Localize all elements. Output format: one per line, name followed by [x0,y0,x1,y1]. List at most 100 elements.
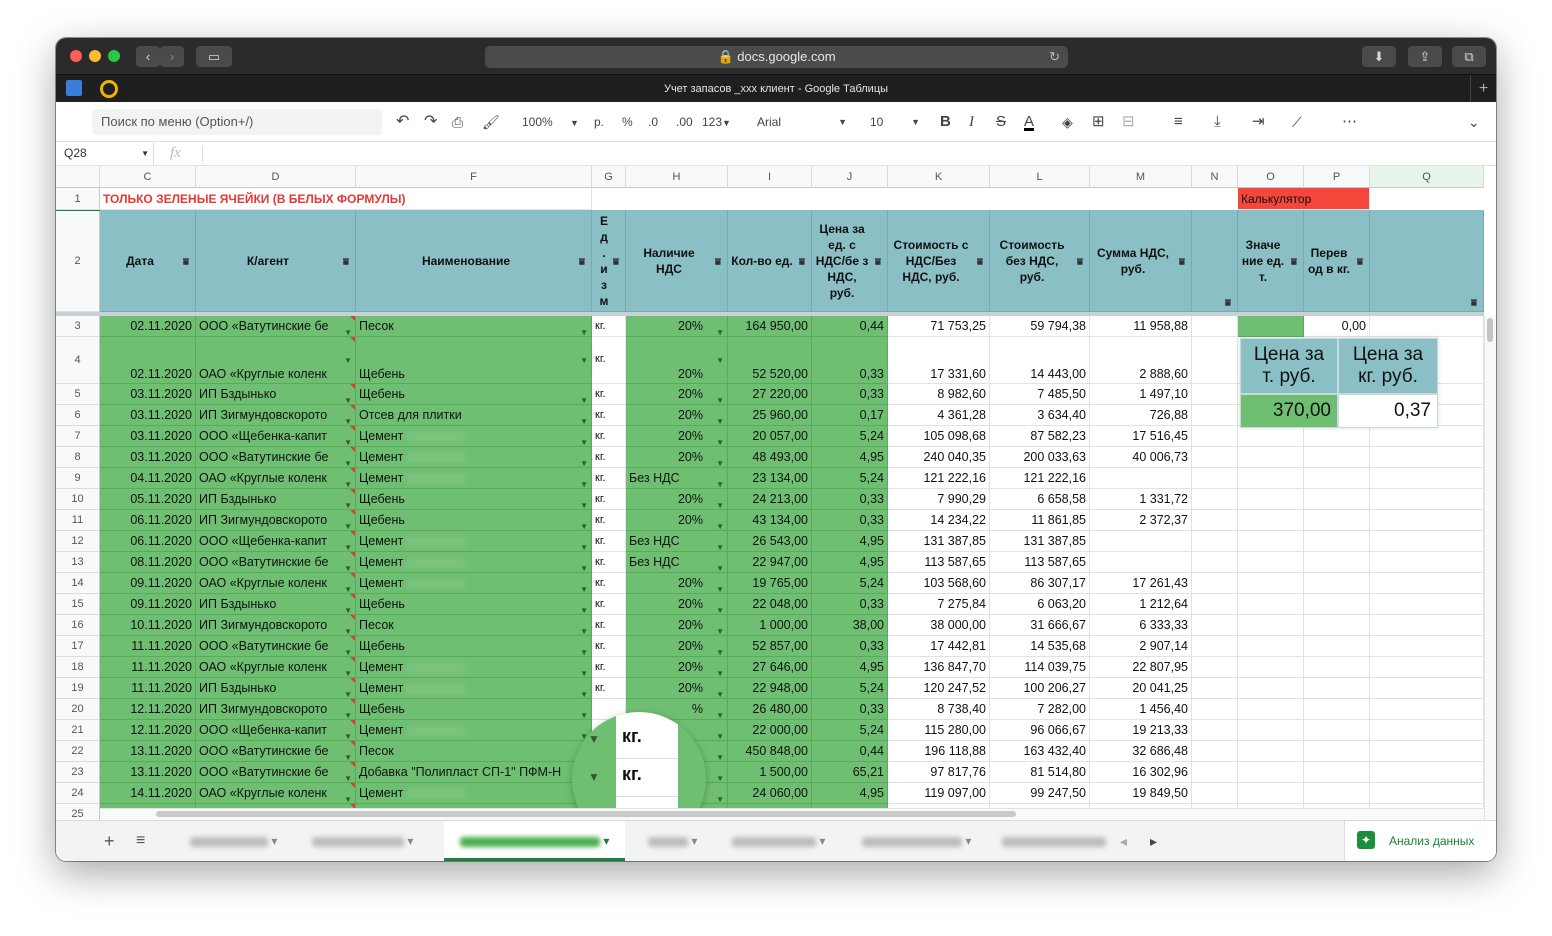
cell-empty[interactable] [1192,316,1238,337]
cell-date[interactable]: 11.11.2020 [100,657,196,678]
increase-decimals-button[interactable]: .00 [676,113,693,131]
column-header-g[interactable]: G [592,166,626,188]
filter-icon[interactable]: ⩸ [1291,255,1297,271]
cell-novat[interactable]: 100 206,27 [990,678,1090,699]
chevron-down-icon[interactable]: ▼ [716,516,724,531]
back-button[interactable]: ‹ [136,46,160,67]
cell-qty[interactable]: 26 480,00 [728,699,812,720]
cell-empty[interactable] [1192,531,1238,552]
chevron-down-icon[interactable]: ▼ [716,600,724,615]
chevron-down-icon[interactable]: ▼ [344,495,352,510]
cell-empty[interactable] [1370,741,1484,762]
sheet-tab-1[interactable]: ▾ [174,821,293,861]
cell-vatsum[interactable]: 16 302,96 [1090,762,1192,783]
filter-icon[interactable]: ⩸ [1077,255,1083,271]
cell-empty[interactable] [1304,762,1370,783]
cell-qty[interactable]: 52 520,00 [728,337,812,384]
sidebar-toggle-icon[interactable]: ▭ [196,46,232,67]
column-header-p[interactable]: P [1304,166,1370,188]
scroll-tabs-left-icon[interactable]: ◂ [1120,821,1127,861]
column-header-k[interactable]: K [888,166,990,188]
cell-agent[interactable]: ООО «Щебенка-капит ▼ [196,426,356,447]
cell-empty[interactable] [1304,510,1370,531]
cell-unit[interactable]: кг. [592,489,626,510]
cell-empty[interactable] [1304,720,1370,741]
cell-vatsum[interactable]: 17 261,43 [1090,573,1192,594]
cell-empty[interactable] [1304,615,1370,636]
header-cell-calc-convert[interactable]: Перев од в кг. ⩸ [1304,210,1370,312]
cell-empty[interactable] [1192,762,1238,783]
cell-empty[interactable] [1238,657,1304,678]
cell-empty[interactable] [1192,384,1238,405]
cell-empty[interactable] [1238,615,1304,636]
cell-agent[interactable]: ОАО «Круглые коленк ▼ [196,657,356,678]
redo-icon[interactable]: ↷ [424,113,437,131]
cell-vat[interactable]: 20% ▼ [626,636,728,657]
cell-date[interactable]: 03.11.2020 [100,384,196,405]
cell-empty[interactable] [1238,489,1304,510]
cell-price[interactable]: 4,95 [812,783,888,804]
cell-empty[interactable] [1370,594,1484,615]
cell-empty[interactable] [1370,636,1484,657]
cell-qty[interactable]: 22 048,00 [728,594,812,615]
cell-unit[interactable]: кг. [592,405,626,426]
cell-vat[interactable]: 20% ▼ [626,510,728,531]
scroll-tabs-right-icon[interactable]: ▸ [1150,821,1157,861]
cell-date[interactable]: 12.11.2020 [100,699,196,720]
chevron-down-icon[interactable]: ▼ [344,537,352,552]
cell-empty[interactable] [1192,337,1238,384]
column-header-c[interactable]: C [100,166,196,188]
merge-cells-icon[interactable]: ⊟ [1122,113,1135,131]
cell-name[interactable]: Цемент▼ [356,720,592,741]
valign-bottom-icon[interactable]: ⤓ [1214,113,1221,131]
cell-novat[interactable]: 131 387,85 [990,531,1090,552]
row-header-2[interactable]: 2 [56,210,100,312]
chevron-down-icon[interactable]: ▼ [580,390,588,405]
cell-cost[interactable]: 17 442,81 [888,636,990,657]
cell-empty[interactable] [1304,741,1370,762]
text-color-button[interactable]: A [1024,113,1035,131]
cell-empty[interactable] [1238,741,1304,762]
table-row[interactable]: 11.11.2020 ИП Бздынько ▼ Цемент ▼ кг. 20% ▼ 22 9… [56,678,1484,699]
cell-cost[interactable]: 38 000,00 [888,615,990,636]
cell-qty[interactable]: 20 057,00 [728,426,812,447]
chevron-down-icon[interactable]: ▼ [580,322,588,337]
cell-price[interactable]: 0,33 [812,384,888,405]
table-row[interactable]: 12.11.2020 ИП Зигмундовскорото ▼ Щебень ▼% ▼ 2… [56,699,1484,720]
cell-unit[interactable]: кг. [592,468,626,489]
cell-price[interactable]: 5,24 [812,720,888,741]
cell-qty[interactable]: 22 948,00 [728,678,812,699]
cell-date[interactable]: 10.11.2020 [100,615,196,636]
cell-vat[interactable]: 20% ▼ [626,594,728,615]
cell-vatsum[interactable]: 2 372,37 [1090,510,1192,531]
cell-agent[interactable]: ООО «Щебенка-капит ▼ [196,531,356,552]
cell-price[interactable]: 5,24 [812,573,888,594]
cell-novat[interactable]: 113 587,65 [990,552,1090,573]
cell-unit[interactable]: кг. [592,531,626,552]
cell-cost[interactable]: 119 097,00 [888,783,990,804]
cell-date[interactable]: 09.11.2020 [100,573,196,594]
cell-cost[interactable]: 71 753,25 [888,316,990,337]
header-cell-qty[interactable]: Кол-во ед. ⩸ [728,210,812,312]
cell-name[interactable]: Щебень ▼ [356,636,592,657]
cell-vatsum[interactable]: 19 213,33 [1090,720,1192,741]
borders-icon[interactable]: ⊞ [1092,113,1105,131]
explore-button[interactable]: ✦ Анализ данных [1344,821,1496,861]
cell-date[interactable]: 11.11.2020 [100,678,196,699]
filter-icon[interactable]: ⩸ [343,255,349,271]
table-row[interactable]: 13.11.2020 ООО «Ватутинские бе ▼ Песок▼ ▼ 450… [56,741,1484,762]
font-select[interactable]: Arial ▼ [757,113,847,131]
chevron-down-icon[interactable]: ▼ [716,390,724,405]
cell-qty[interactable]: 24 213,00 [728,489,812,510]
chevron-down-icon[interactable]: ▼ [344,558,352,573]
cell-agent[interactable]: ИП Зигмундовскорото ▼ [196,510,356,531]
cell-agent[interactable]: ООО «Щебенка-капит ▼ [196,720,356,741]
chevron-down-icon[interactable]: ▼ [580,495,588,510]
tab-title[interactable]: Учет запасов _xxx клиент - Google Таблиц… [56,75,1496,103]
cell-name[interactable]: Щебень ▼ [356,594,592,615]
cell-novat[interactable]: 14 535,68 [990,636,1090,657]
cell-name[interactable]: Щебень ▼ [356,384,592,405]
cell-name[interactable]: Цемент▼ [356,531,592,552]
cell-price[interactable]: 0,33 [812,594,888,615]
row-header-1[interactable]: 1 [56,188,100,210]
